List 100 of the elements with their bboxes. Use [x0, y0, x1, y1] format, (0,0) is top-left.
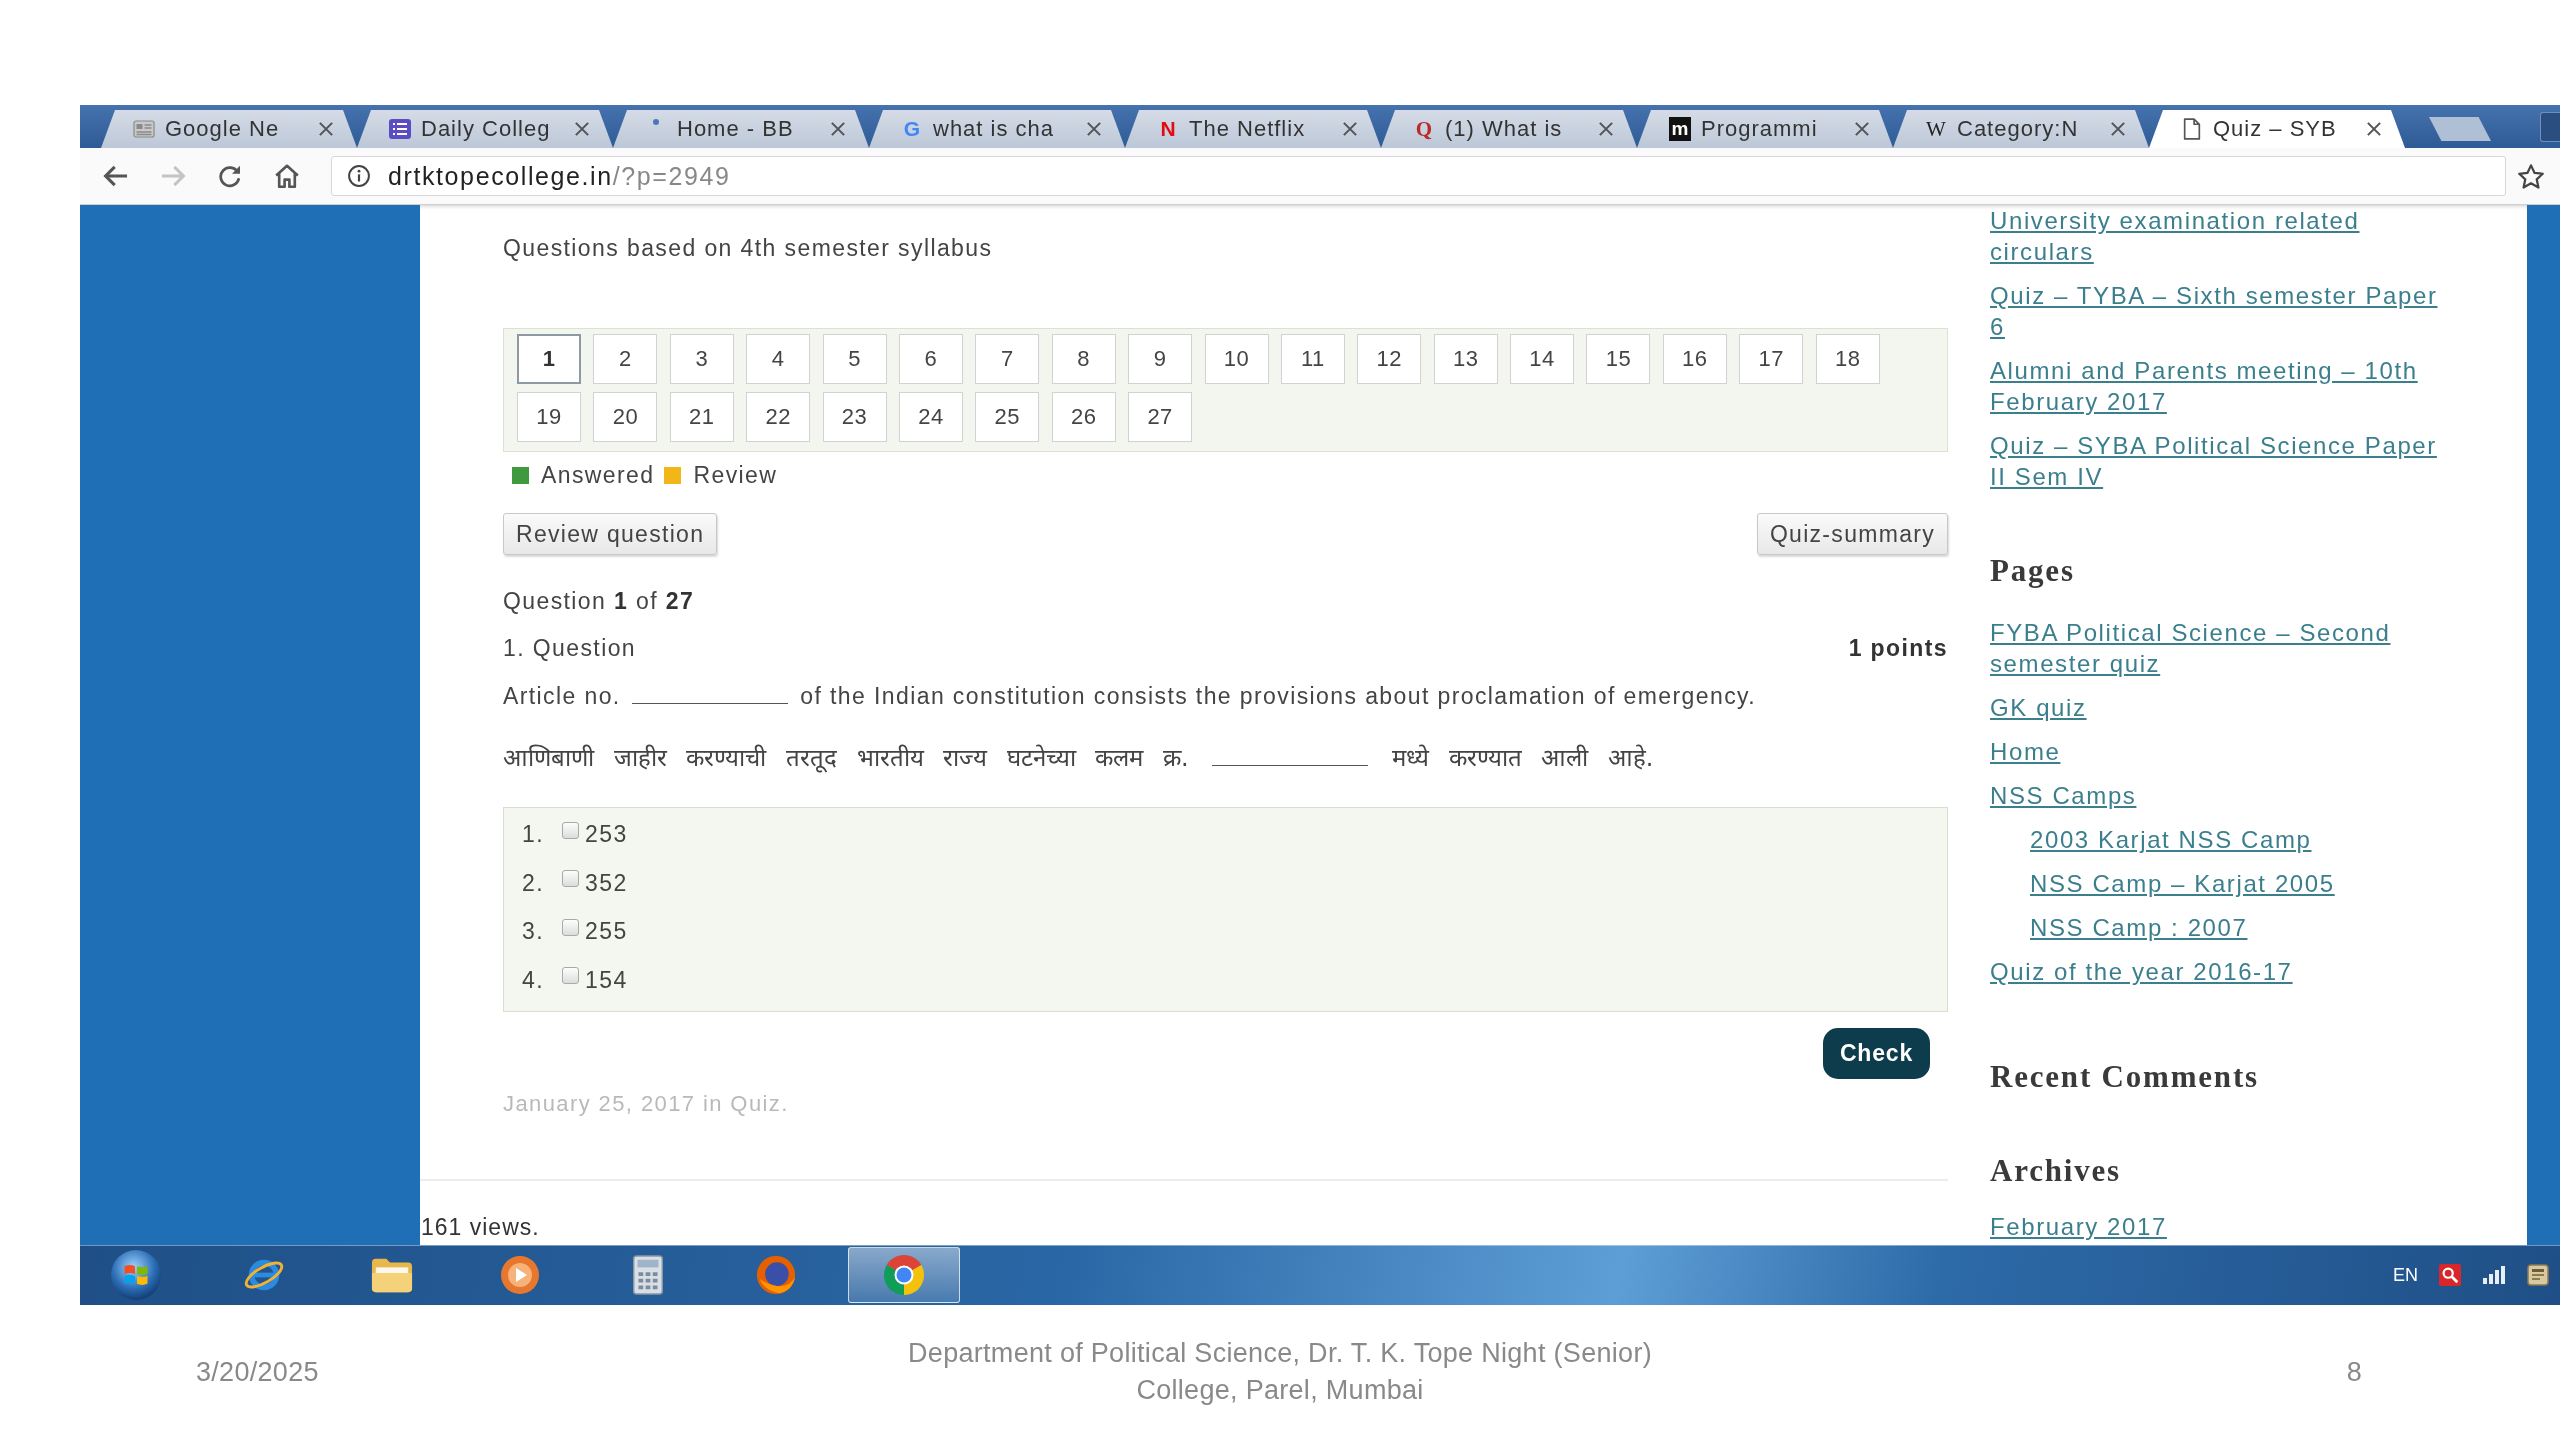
question-number-button[interactable]: 21	[669, 392, 734, 442]
sidebar-link[interactable]: Quiz – SYBA Political Science Paper II Sem IV	[1990, 430, 2452, 492]
question-number-button[interactable]: 2	[593, 334, 658, 384]
question-number-button[interactable]: 8	[1051, 334, 1116, 384]
question-number-button[interactable]: 23	[822, 392, 887, 442]
post-date-text: January 25, 2017 in Quiz.	[503, 1089, 790, 1118]
newspaper-icon	[133, 118, 155, 140]
question-number-button[interactable]: 9	[1128, 334, 1193, 384]
signal-bars-icon[interactable]	[2482, 1264, 2506, 1286]
browser-tab[interactable]: G what is cha	[869, 110, 1125, 148]
browser-tab[interactable]: Quiz – SYB	[2149, 110, 2405, 148]
question-number-button[interactable]: 5	[822, 334, 887, 384]
sidebar-link[interactable]: February 2017	[1990, 1211, 2167, 1242]
question-number-button[interactable]: 18	[1815, 334, 1880, 384]
check-button[interactable]: Check	[1822, 1027, 1930, 1079]
question-title: 1. Question	[503, 634, 637, 663]
question-number-button[interactable]: 1	[517, 334, 581, 384]
review-question-button[interactable]: Review question	[503, 513, 718, 555]
question-text: मध्ये करण्यात आली आहे.	[1391, 744, 1654, 772]
question-number-button[interactable]: 12	[1357, 334, 1422, 384]
close-icon[interactable]	[1343, 122, 1357, 136]
sidebar-link[interactable]: NSS Camps	[1990, 780, 2137, 811]
quiz-summary-button[interactable]: Quiz-summary	[1756, 513, 1948, 555]
question-number-button[interactable]: 6	[898, 334, 963, 384]
option-number: 2.	[522, 868, 545, 898]
wheel-logo-icon[interactable]	[883, 1255, 925, 1295]
browser-tab[interactable]: Google Ne	[101, 110, 357, 148]
question-number-button[interactable]: 3	[669, 334, 734, 384]
back-icon[interactable]	[103, 164, 129, 188]
language-indicator[interactable]: EN	[2393, 1264, 2418, 1286]
taskbar-button[interactable]	[848, 1247, 960, 1303]
question-number-button[interactable]: 26	[1051, 392, 1116, 442]
question-number-button[interactable]: 13	[1433, 334, 1498, 384]
question-number-button[interactable]: 19	[517, 392, 581, 442]
close-icon[interactable]	[831, 122, 845, 136]
favicon: W	[1925, 117, 1947, 141]
home-icon[interactable]	[274, 164, 300, 188]
question-text: आणिबाणी जाहीर करण्याची तरतूद भारतीय राज्य घटनेच्या कलम क्र.	[503, 744, 1189, 772]
info-icon[interactable]	[348, 165, 370, 187]
sidebar-link[interactable]: NSS Camp : 2007	[2030, 912, 2248, 943]
close-icon[interactable]	[2367, 122, 2381, 136]
question-number-button[interactable]: 22	[746, 392, 811, 442]
url-text: drtktopecollege.in/?p=2949	[388, 161, 731, 191]
browser-tab[interactable]: m Programmi	[1637, 110, 1893, 148]
sidebar-link[interactable]: Quiz of the year 2016-17	[1990, 956, 2293, 987]
sidebar-link[interactable]: NSS Camp – Karjat 2005	[2030, 868, 2335, 899]
question-number-button[interactable]: 10	[1204, 334, 1269, 384]
sidebar-link[interactable]: 2003 Karjat NSS Camp	[2030, 824, 2312, 855]
checkbox[interactable]	[562, 967, 579, 984]
checkbox[interactable]	[562, 821, 579, 839]
close-icon[interactable]	[1599, 122, 1613, 136]
sidebar-heading: Pages	[1990, 553, 2076, 589]
question-counter: Question 1 of 27	[503, 587, 696, 616]
question-number-button[interactable]: 16	[1662, 334, 1727, 384]
favicon: Q	[1414, 117, 1434, 141]
question-text: Article no.	[503, 683, 621, 709]
slide-date: 3/20/2025	[195, 1356, 319, 1388]
start-orb-icon[interactable]	[111, 1250, 161, 1300]
option-label: 255	[585, 917, 628, 946]
window-control-button[interactable]	[2540, 111, 2560, 142]
reload-icon[interactable]	[217, 164, 243, 188]
question-number-button[interactable]: 7	[975, 334, 1040, 384]
tray-app-icon[interactable]	[2526, 1264, 2550, 1286]
close-icon[interactable]	[1855, 122, 1869, 136]
globe-icon[interactable]	[755, 1255, 797, 1295]
close-icon[interactable]	[319, 122, 333, 136]
close-icon[interactable]	[575, 122, 589, 136]
play-icon[interactable]	[499, 1255, 541, 1295]
favicon: N	[1159, 117, 1177, 141]
address-field[interactable]: drtktopecollege.in/?p=2949	[331, 156, 2506, 196]
question-number-button[interactable]: 11	[1280, 334, 1345, 384]
question-number-button[interactable]: 4	[746, 334, 811, 384]
browser-tab[interactable]: N The Netflix	[1125, 110, 1381, 148]
search-icon[interactable]	[2438, 1264, 2462, 1286]
option-number: 4.	[522, 965, 545, 995]
sidebar-link[interactable]: Home	[1990, 736, 2061, 767]
checkbox[interactable]	[562, 870, 579, 887]
sidebar-link[interactable]: Quiz – TYBA – Sixth semester Paper 6	[1990, 280, 2452, 342]
sidebar-link[interactable]: FYBA Political Science – Second semester quiz	[1990, 617, 2452, 679]
question-number-button[interactable]: 25	[975, 392, 1040, 442]
legend-label: Answered	[541, 461, 655, 489]
sidebar-link[interactable]: Alumni and Parents meeting – 10th February 2017	[1990, 355, 2452, 417]
slide-number: 8	[2346, 1356, 2363, 1388]
question-number-button[interactable]: 14	[1510, 334, 1575, 384]
question-number-button[interactable]: 20	[593, 392, 658, 442]
legend-label: Review	[693, 461, 778, 489]
question-number-button[interactable]: 17	[1739, 334, 1804, 384]
sidebar-link[interactable]: University examination related circulars	[1990, 205, 2452, 267]
question-number-button[interactable]: 27	[1128, 392, 1193, 442]
browser-tab[interactable]: W Category:N	[1893, 110, 2149, 148]
checkbox[interactable]	[562, 918, 579, 936]
question-number-button[interactable]: 24	[898, 392, 963, 442]
close-icon[interactable]	[2111, 122, 2125, 136]
browser-tab[interactable]: Daily Colleg	[357, 110, 613, 148]
bookmark-star-icon[interactable]	[2518, 163, 2544, 189]
sidebar-link[interactable]: GK quiz	[1990, 692, 2087, 723]
browser-tab[interactable]: Q (1) What is	[1381, 110, 1637, 148]
close-icon[interactable]	[1087, 122, 1101, 136]
question-number-button[interactable]: 15	[1586, 334, 1651, 384]
browser-tab[interactable]: Home - BB	[613, 110, 869, 148]
